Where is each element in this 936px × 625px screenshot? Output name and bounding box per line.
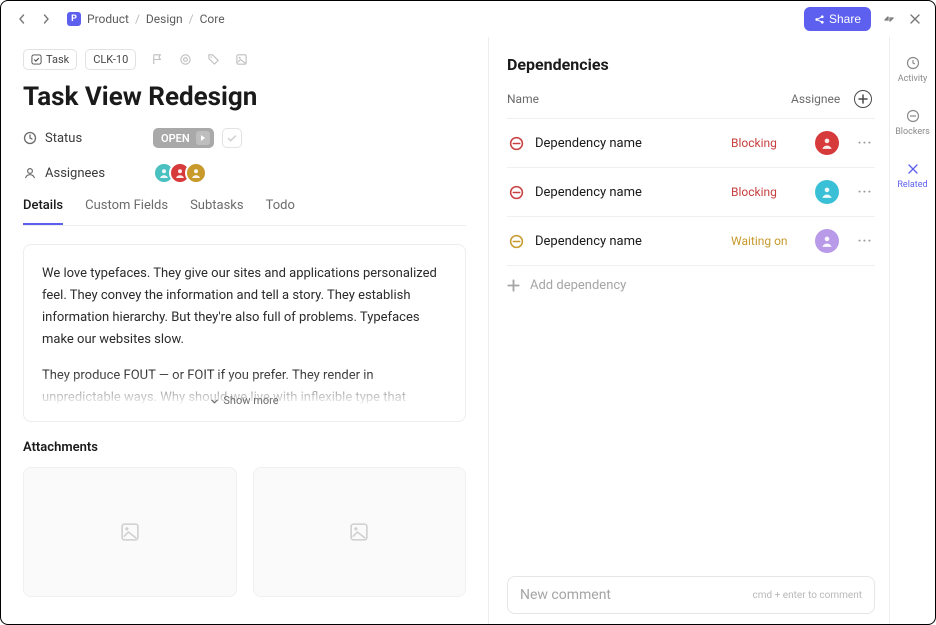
assignees-row: Assignees xyxy=(23,162,466,184)
tab-custom-fields[interactable]: Custom Fields xyxy=(85,198,168,225)
blocked-icon xyxy=(507,234,525,249)
plus-icon xyxy=(507,279,520,292)
comment-input[interactable]: New comment cmd + enter to comment xyxy=(507,576,875,614)
col-name-header: Name xyxy=(507,92,791,106)
description-fade: Show more xyxy=(24,371,465,421)
topbar-left: P Product / Design / Core xyxy=(13,10,225,28)
tab-subtasks[interactable]: Subtasks xyxy=(190,198,244,225)
dependency-row[interactable]: Dependency nameWaiting on ··· xyxy=(507,216,875,265)
image-icon[interactable] xyxy=(234,53,248,67)
image-icon xyxy=(348,521,370,543)
comment-placeholder: New comment xyxy=(520,587,611,603)
rail-item-blockers[interactable]: Blockers xyxy=(890,104,935,141)
complete-checkbox[interactable] xyxy=(222,128,242,148)
blocked-icon xyxy=(507,136,525,151)
more-icon[interactable]: ··· xyxy=(855,136,875,151)
flag-icon[interactable] xyxy=(150,53,164,67)
activity-icon xyxy=(905,55,921,71)
assignees-label: Assignees xyxy=(23,166,153,181)
rail-item-label: Related xyxy=(897,180,927,190)
nav-back-button[interactable] xyxy=(13,10,31,28)
dependencies-panel: Dependencies Name Assignee Dependency na… xyxy=(489,37,889,624)
more-icon[interactable]: ··· xyxy=(855,234,875,249)
checkbox-icon xyxy=(31,54,42,65)
blockers-icon xyxy=(905,108,921,124)
image-icon xyxy=(119,521,141,543)
collapse-icon[interactable] xyxy=(881,11,897,27)
dependency-status: Blocking xyxy=(731,136,805,150)
attachment-card[interactable] xyxy=(253,467,467,597)
share-button[interactable]: Share xyxy=(804,7,871,31)
status-label: Status xyxy=(23,131,153,146)
chevron-down-icon xyxy=(210,397,219,406)
dependency-name: Dependency name xyxy=(535,234,731,249)
task-id-chip[interactable]: CLK-10 xyxy=(85,49,136,70)
dependency-row[interactable]: Dependency nameBlocking ··· xyxy=(507,167,875,216)
tab-details[interactable]: Details xyxy=(23,198,63,225)
rail-item-activity[interactable]: Activity xyxy=(890,51,935,88)
breadcrumb-item[interactable]: Product xyxy=(87,12,129,26)
avatar[interactable] xyxy=(815,131,839,155)
tabs: Details Custom Fields Subtasks Todo xyxy=(23,198,466,226)
breadcrumb-separator: / xyxy=(135,12,140,26)
assignee-avatars[interactable] xyxy=(153,162,207,184)
dependency-row[interactable]: Dependency nameBlocking ··· xyxy=(507,118,875,167)
status-pill[interactable]: OPEN xyxy=(153,128,214,148)
topbar: P Product / Design / Core Share xyxy=(1,1,935,37)
description-paragraph: We love typefaces. They give our sites a… xyxy=(42,263,447,351)
tab-todo[interactable]: Todo xyxy=(266,198,295,225)
tag-icon[interactable] xyxy=(206,53,220,67)
dependency-status: Waiting on xyxy=(731,234,805,248)
task-chips: Task CLK-10 xyxy=(23,49,466,70)
rail-item-related[interactable]: Related xyxy=(890,157,935,194)
avatar[interactable] xyxy=(185,162,207,184)
breadcrumb-separator: / xyxy=(189,12,194,26)
avatar[interactable] xyxy=(815,229,839,253)
breadcrumb-item[interactable]: Core xyxy=(200,12,225,26)
show-more-button[interactable]: Show more xyxy=(210,392,278,411)
breadcrumb-item[interactable]: Design xyxy=(146,12,183,26)
status-value: OPEN xyxy=(161,132,190,145)
target-icon[interactable] xyxy=(178,53,192,67)
breadcrumb-space-icon: P xyxy=(67,12,81,26)
rail-item-label: Activity xyxy=(898,74,927,84)
share-button-label: Share xyxy=(829,12,861,26)
add-dependency-label: Add dependency xyxy=(530,278,626,293)
task-type-chip[interactable]: Task xyxy=(23,49,77,70)
attachment-card[interactable] xyxy=(23,467,237,597)
task-type-label: Task xyxy=(46,53,69,66)
comment-hint: cmd + enter to comment xyxy=(753,590,862,601)
dependencies-title: Dependencies xyxy=(507,55,875,74)
status-icon xyxy=(23,131,37,145)
attachments-list xyxy=(23,467,466,597)
page-title: Task View Redesign xyxy=(23,82,466,112)
avatar[interactable] xyxy=(815,180,839,204)
description-box[interactable]: We love typefaces. They give our sites a… xyxy=(23,244,466,422)
nav-forward-button[interactable] xyxy=(37,10,55,28)
related-icon xyxy=(905,161,921,177)
right-rail: Activity Blockers Related xyxy=(889,37,935,624)
dependency-status: Blocking xyxy=(731,185,805,199)
topbar-right: Share xyxy=(804,7,923,31)
rail-item-label: Blockers xyxy=(895,127,930,137)
close-icon[interactable] xyxy=(907,11,923,27)
attachments-heading: Attachments xyxy=(23,440,466,455)
more-icon[interactable]: ··· xyxy=(855,185,875,200)
blocked-icon xyxy=(507,185,525,200)
dependency-name: Dependency name xyxy=(535,136,731,151)
task-panel: Task CLK-10 Task View Redesign Status OP… xyxy=(1,37,489,624)
breadcrumb: P Product / Design / Core xyxy=(67,12,225,26)
col-assignee-header: Assignee xyxy=(791,92,851,106)
status-row: Status OPEN xyxy=(23,128,466,148)
status-caret-icon xyxy=(196,131,210,145)
add-dependency-row[interactable]: Add dependency xyxy=(507,265,875,305)
task-quick-actions xyxy=(150,53,248,67)
add-dependency-icon-button[interactable] xyxy=(854,90,872,108)
share-icon xyxy=(814,14,825,25)
person-icon xyxy=(23,166,37,180)
dependency-name: Dependency name xyxy=(535,185,731,200)
dependencies-header: Name Assignee xyxy=(507,90,875,118)
